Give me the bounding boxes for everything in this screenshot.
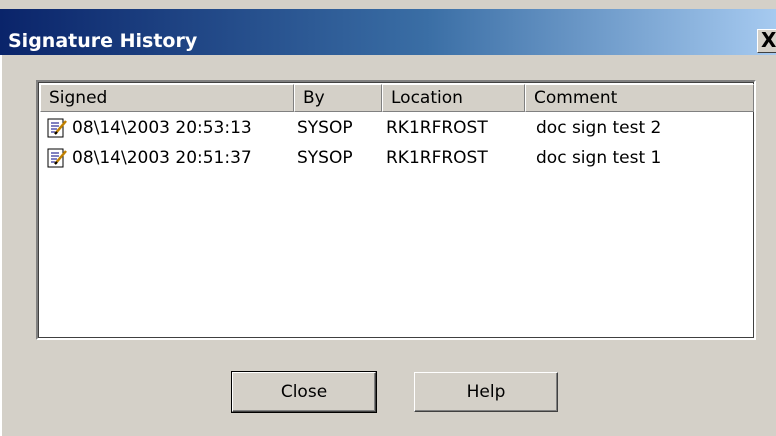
list-header: Signed By Location Comment — [40, 84, 754, 112]
by-cell: SYSOP — [297, 148, 353, 168]
location-cell: RK1RFROST — [386, 148, 488, 168]
signed-cell: 08\14\2003 20:53:13 — [72, 118, 252, 138]
window-close-button[interactable]: X — [757, 28, 776, 53]
close-icon: X — [761, 28, 776, 52]
table-row[interactable]: 08\14\2003 20:53:13 SYSOP RK1RFROST doc … — [40, 114, 754, 142]
signature-history-dialog: Signature History X Signed By Location C… — [0, 0, 776, 436]
comment-cell: doc sign test 1 — [536, 148, 662, 168]
table-row[interactable]: 08\14\2003 20:51:37 SYSOP RK1RFROST doc … — [40, 144, 754, 172]
by-cell: SYSOP — [297, 118, 353, 138]
location-cell: RK1RFROST — [386, 118, 488, 138]
signed-cell: 08\14\2003 20:51:37 — [72, 148, 252, 168]
help-button[interactable]: Help — [414, 372, 558, 412]
signature-list[interactable]: Signed By Location Comment 08\14\2003 20… — [36, 80, 756, 340]
column-header-by[interactable]: By — [294, 84, 382, 112]
title-bar[interactable]: Signature History X — [0, 9, 776, 55]
comment-cell: doc sign test 2 — [536, 118, 662, 138]
signed-document-icon — [47, 118, 67, 138]
close-button[interactable]: Close — [231, 371, 377, 413]
column-header-signed[interactable]: Signed — [40, 84, 294, 112]
column-header-location[interactable]: Location — [382, 84, 525, 112]
window-title: Signature History — [8, 30, 198, 52]
signed-document-icon — [47, 148, 67, 168]
column-header-comment[interactable]: Comment — [525, 84, 754, 112]
window-edge — [0, 55, 2, 436]
